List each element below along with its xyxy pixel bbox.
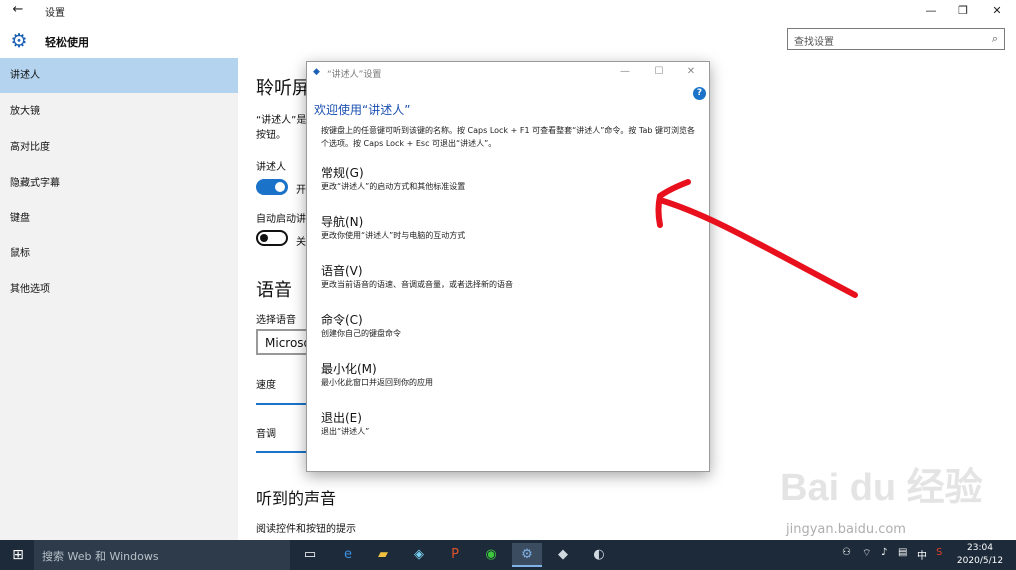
- minimize-button[interactable]: —: [916, 0, 946, 22]
- autostart-label: 自动启动讲: [256, 214, 306, 225]
- close-button[interactable]: ✕: [982, 0, 1012, 22]
- search-icon[interactable]: ⌕: [992, 32, 998, 46]
- wechat-icon[interactable]: ◉: [476, 543, 506, 567]
- sidebar-item-closed-captions[interactable]: 隐藏式字幕: [0, 166, 238, 201]
- option-title: 最小化(M): [321, 362, 377, 376]
- maximize-button[interactable]: ❐: [948, 0, 978, 22]
- sidebar-item-narrator[interactable]: 讲述人: [0, 58, 238, 93]
- app-icon[interactable]: ◈: [404, 543, 434, 567]
- dialog-intro-text: 按键盘上的任意键可听到该键的名称。按 Caps Lock + F1 可查看整套“…: [321, 126, 696, 148]
- dialog-maximize-button: ☐: [654, 66, 664, 77]
- edge-browser-icon[interactable]: e: [333, 543, 363, 567]
- ime-indicator[interactable]: 中: [917, 547, 927, 562]
- narrator-toggle[interactable]: [256, 179, 288, 195]
- voice-select-value: Microso: [265, 336, 311, 350]
- option-commands[interactable]: 命令(C) 创建你自己的键盘命令: [321, 312, 691, 340]
- search-input[interactable]: 查找设置 ⌕: [787, 28, 1005, 50]
- description-line-2: 按钮。: [256, 130, 286, 141]
- system-clock[interactable]: 23:04 2020/5/12: [956, 542, 1004, 568]
- sidebar-item-other-options[interactable]: 其他选项: [0, 272, 238, 307]
- taskbar: ⊞ 搜索 Web 和 Windows ▭ e ▰ ◈ P ◉ ⚙ ◆ ◐ ⚇ ⌔…: [0, 540, 1016, 570]
- clock-date: 2020/5/12: [956, 556, 1004, 566]
- pitch-label: 音调: [256, 429, 276, 440]
- file-explorer-icon[interactable]: ▰: [368, 543, 398, 567]
- back-arrow-icon[interactable]: ←: [10, 2, 26, 18]
- action-center-icon[interactable]: ▤: [898, 547, 907, 558]
- section-heading: 聆听屏: [256, 78, 310, 99]
- sidebar-item-mouse[interactable]: 鼠标: [0, 236, 238, 271]
- dialog-minimize-button[interactable]: —: [613, 64, 637, 80]
- pitch-slider[interactable]: [256, 451, 306, 453]
- speed-label: 速度: [256, 380, 276, 391]
- dialog-welcome-heading: 欢迎使用“讲述人”: [314, 103, 411, 117]
- option-voice[interactable]: 语音(V) 更改当前语音的语速、音调或音量，或者选择新的语音: [321, 263, 691, 291]
- sidebar: 讲述人 放大镜 高对比度 隐藏式字幕 键盘 鼠标 其他选项: [0, 58, 238, 540]
- windows-start-icon[interactable]: ⊞: [10, 547, 26, 563]
- option-desc: 更改“讲述人”的启动方式和其他标准设置: [321, 182, 466, 191]
- settings-header: ⚙ 轻松使用 查找设置 ⌕: [0, 22, 1016, 58]
- option-desc: 更改当前语音的语速、音调或音量，或者选择新的语音: [321, 280, 513, 289]
- sidebar-item-high-contrast[interactable]: 高对比度: [0, 130, 238, 165]
- sounds-heading: 听到的声音: [256, 489, 337, 508]
- network-icon[interactable]: ⌔: [862, 547, 871, 560]
- people-icon[interactable]: ⚇: [842, 547, 851, 558]
- option-desc: 最小化此窗口并返回到你的应用: [321, 378, 433, 387]
- sogou-ime-icon[interactable]: S: [936, 547, 942, 558]
- window-title: 设置: [45, 8, 65, 19]
- sidebar-item-magnifier[interactable]: 放大镜: [0, 94, 238, 129]
- search-placeholder: 查找设置: [794, 37, 834, 48]
- gear-icon: ⚙: [10, 30, 28, 52]
- baidu-watermark: Bai du 经验 jingyan.baidu.com: [780, 456, 1016, 546]
- option-title: 命令(C): [321, 313, 363, 327]
- option-title: 语音(V): [321, 264, 363, 278]
- taskbar-search[interactable]: 搜索 Web 和 Windows: [34, 540, 290, 570]
- option-title: 退出(E): [321, 411, 362, 425]
- app-icon-2[interactable]: ◐: [584, 543, 614, 567]
- option-minimize[interactable]: 最小化(M) 最小化此窗口并返回到你的应用: [321, 361, 691, 389]
- dialog-close-button[interactable]: ✕: [679, 64, 703, 80]
- autostart-toggle-state: 关: [296, 237, 306, 248]
- option-general[interactable]: 常规(G) 更改“讲述人”的启动方式和其他标准设置: [321, 165, 691, 193]
- task-view-icon[interactable]: ▭: [295, 543, 325, 567]
- option-title: 常规(G): [321, 166, 364, 180]
- page-title: 轻松使用: [45, 36, 89, 49]
- narrator-app-icon: ◆: [313, 67, 320, 77]
- volume-icon[interactable]: ♪: [881, 547, 887, 558]
- narrator-taskbar-icon[interactable]: ◆: [548, 543, 578, 567]
- title-bar: ← 设置 — ❐ ✕: [0, 0, 1016, 22]
- dialog-title: “讲述人”设置: [327, 70, 382, 80]
- option-exit[interactable]: 退出(E) 退出“讲述人”: [321, 410, 691, 438]
- speed-slider[interactable]: [256, 403, 306, 405]
- taskbar-search-placeholder: 搜索 Web 和 Windows: [42, 550, 159, 563]
- option-navigation[interactable]: 导航(N) 更改你使用“讲述人”时与电脑的互动方式: [321, 214, 691, 242]
- voice-heading: 语音: [256, 280, 292, 301]
- red-arrow-annotation: [655, 179, 858, 298]
- autostart-toggle[interactable]: [256, 230, 288, 246]
- narrator-label: 讲述人: [256, 162, 286, 173]
- baidu-logo: Bai du 经验: [780, 467, 983, 509]
- settings-taskbar-icon[interactable]: ⚙: [512, 543, 542, 567]
- narrator-toggle-state: 开: [296, 185, 306, 196]
- powerpoint-icon[interactable]: P: [440, 543, 470, 567]
- select-voice-label: 选择语音: [256, 315, 296, 326]
- clock-time: 23:04: [967, 543, 993, 553]
- help-icon[interactable]: ?: [693, 87, 706, 100]
- option-desc: 创建你自己的键盘命令: [321, 329, 401, 338]
- watermark-url: jingyan.baidu.com: [786, 522, 906, 537]
- option-desc: 更改你使用“讲述人”时与电脑的互动方式: [321, 231, 466, 240]
- description-line-1: “讲述人”是: [256, 115, 307, 126]
- option-desc: 退出“讲述人”: [321, 427, 370, 436]
- option-title: 导航(N): [321, 215, 364, 229]
- read-controls-label: 阅读控件和按钮的提示: [256, 524, 356, 535]
- sidebar-item-keyboard[interactable]: 键盘: [0, 201, 238, 236]
